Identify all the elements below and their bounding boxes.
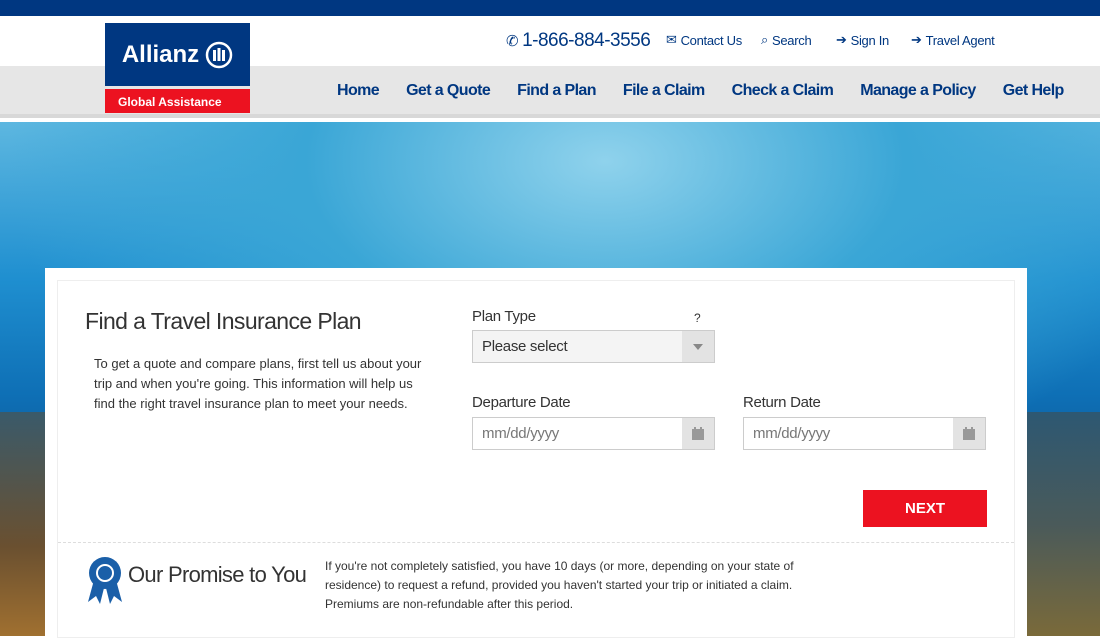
form-intro: To get a quote and compare plans, first …: [94, 356, 422, 411]
return-date-label: Return Date: [743, 394, 821, 411]
help-icon[interactable]: ?: [694, 311, 701, 325]
plan-type-label: Plan Type: [472, 308, 536, 325]
brand-sub: Global Assistance: [105, 89, 250, 113]
nav-find-a-plan[interactable]: Find a Plan: [517, 82, 596, 100]
nav-file-a-claim[interactable]: File a Claim: [623, 82, 705, 100]
ribbon-badge-icon: [88, 557, 122, 604]
departure-date-input[interactable]: mm/dd/yyyy: [472, 417, 715, 450]
contact-us-link[interactable]: ✉ Contact Us: [666, 32, 742, 48]
nav-manage-a-policy[interactable]: Manage a Policy: [860, 82, 976, 100]
sign-in-icon: ➔: [836, 32, 847, 47]
allianz-eagle-icon: [205, 41, 233, 68]
sign-in-icon: ➔: [911, 32, 922, 47]
return-date-input[interactable]: mm/dd/yyyy: [743, 417, 986, 450]
plan-type-select[interactable]: Please select: [472, 330, 715, 363]
brand-name: Allianz: [121, 40, 200, 68]
form-title: Find a Travel Insurance Plan: [85, 308, 362, 334]
nav-home[interactable]: Home: [337, 82, 380, 100]
calendar-icon[interactable]: [682, 418, 714, 449]
nav-get-help[interactable]: Get Help: [1003, 82, 1065, 100]
search-icon: ⌕: [761, 32, 768, 47]
nav-check-a-claim[interactable]: Check a Claim: [732, 82, 834, 100]
envelope-icon: ✉: [666, 32, 677, 47]
top-bar: [0, 0, 1100, 16]
promise-text: If you're not completely satisfied, you …: [325, 559, 794, 611]
calendar-icon[interactable]: [953, 418, 985, 449]
nav-get-a-quote[interactable]: Get a Quote: [406, 82, 491, 100]
phone-link[interactable]: ✆ 1-866-884-3556: [506, 30, 651, 52]
sign-in-link[interactable]: ➔ Sign In: [836, 32, 889, 48]
departure-date-label: Departure Date: [472, 394, 571, 411]
promise-title: Our Promise to You: [128, 562, 307, 587]
allianz-logo[interactable]: Allianz Global Assistance: [105, 23, 250, 113]
travel-agent-link[interactable]: ➔ Travel Agent: [911, 32, 995, 48]
chevron-down-icon: [682, 331, 714, 362]
divider: [58, 542, 1014, 543]
main-nav: Home Get a Quote Find a Plan File a Clai…: [337, 82, 1064, 100]
next-button[interactable]: NEXT: [863, 490, 987, 527]
phone-icon: ✆: [506, 33, 519, 50]
search-link[interactable]: ⌕ Search: [761, 32, 812, 48]
